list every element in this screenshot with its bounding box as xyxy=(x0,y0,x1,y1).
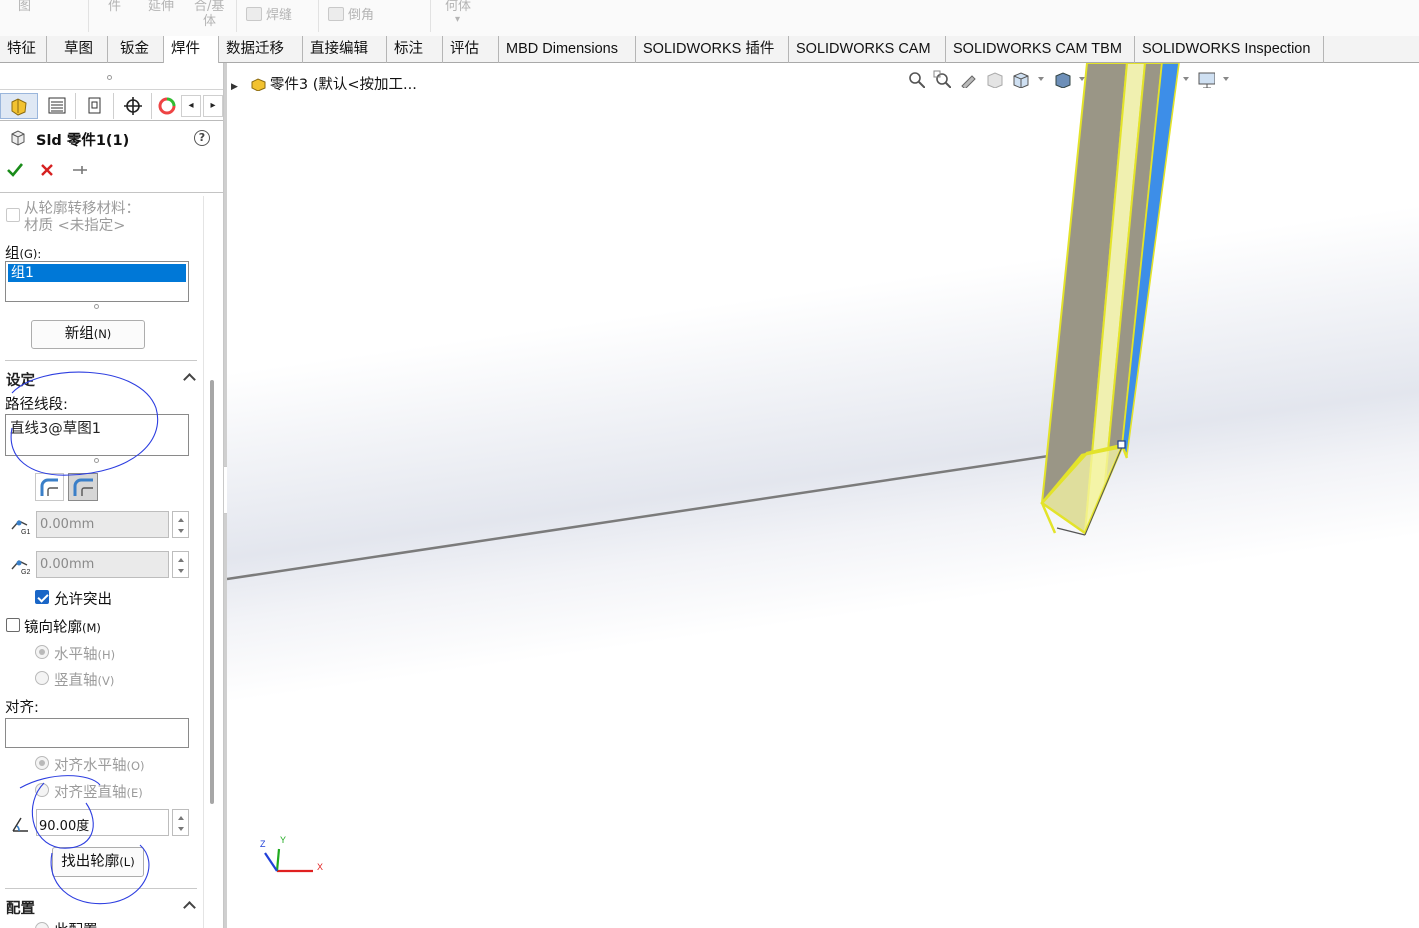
tab-solidworks-cam-tbm[interactable]: SOLIDWORKS CAM TBM xyxy=(946,36,1135,63)
ribbon-divider xyxy=(318,0,319,32)
tab-evaluate[interactable]: 评估 xyxy=(443,36,499,63)
ribbon-extend-button[interactable]: 延伸 xyxy=(148,0,174,14)
triad-z-label: Z xyxy=(260,839,266,849)
ribbon-divider xyxy=(88,0,89,32)
ribbon-combine-button-line2: 体 xyxy=(203,14,217,29)
command-ribbon: 图 件 延伸 合/基 体 焊缝 倒角 何体 ▾ xyxy=(0,0,1419,36)
ribbon-item-partial[interactable]: 件 xyxy=(108,0,121,14)
structural-member-body[interactable] xyxy=(1040,63,1180,536)
weld-bead-icon xyxy=(246,7,262,21)
model-view[interactable]: X Y Z xyxy=(227,63,1419,928)
tab-solidworks-cam[interactable]: SOLIDWORKS CAM xyxy=(789,36,946,63)
ribbon-geometry-button[interactable]: 何体 xyxy=(445,0,471,14)
ribbon-chamfer-button[interactable]: 倒角 xyxy=(328,7,374,23)
tab-weldments[interactable]: 焊件 xyxy=(164,36,219,63)
command-manager-tabs: 特征 草图 钣金 焊件 数据迁移 直接编辑 标注 评估 MBD Dimensio… xyxy=(0,36,1419,63)
tab-markup[interactable]: 标注 xyxy=(387,36,443,63)
ribbon-combine-button[interactable]: 合/基 xyxy=(194,0,224,14)
tab-data-migration[interactable]: 数据迁移 xyxy=(219,36,303,63)
sketch-path-line[interactable] xyxy=(227,443,1123,581)
triad-x-label: X xyxy=(317,862,323,872)
chevron-down-icon[interactable]: ▾ xyxy=(455,13,460,27)
ribbon-divider xyxy=(430,0,431,32)
tab-features[interactable]: 特征 xyxy=(0,36,47,63)
ribbon-item-partial[interactable]: 图 xyxy=(18,0,31,14)
ribbon-divider xyxy=(236,0,237,32)
coordinate-triad: X Y Z xyxy=(260,835,323,873)
path-endpoint[interactable] xyxy=(1117,440,1126,449)
tab-mbd-dimensions[interactable]: MBD Dimensions xyxy=(499,36,636,63)
chamfer-icon xyxy=(328,7,344,21)
graphics-area[interactable]: ▶ 零件3 (默认<按加工... X Y Z xyxy=(227,63,1419,928)
hand-drawn-annotations xyxy=(10,371,159,905)
ribbon-weld-bead-button[interactable]: 焊缝 xyxy=(246,7,292,23)
tab-direct-editing[interactable]: 直接编辑 xyxy=(303,36,387,63)
tab-solidworks-inspection[interactable]: SOLIDWORKS Inspection xyxy=(1135,36,1324,63)
triad-y-label: Y xyxy=(280,835,286,845)
tab-sheet-metal[interactable]: 钣金 xyxy=(113,36,164,63)
tab-sketch[interactable]: 草图 xyxy=(57,36,108,63)
tab-solidworks-addins[interactable]: SOLIDWORKS 插件 xyxy=(636,36,789,63)
property-manager-panel: ◂ ▸ Sld 零件1(1) ? 从轮廓转移材料： 材质 <未指定> 组(G):… xyxy=(0,63,224,928)
